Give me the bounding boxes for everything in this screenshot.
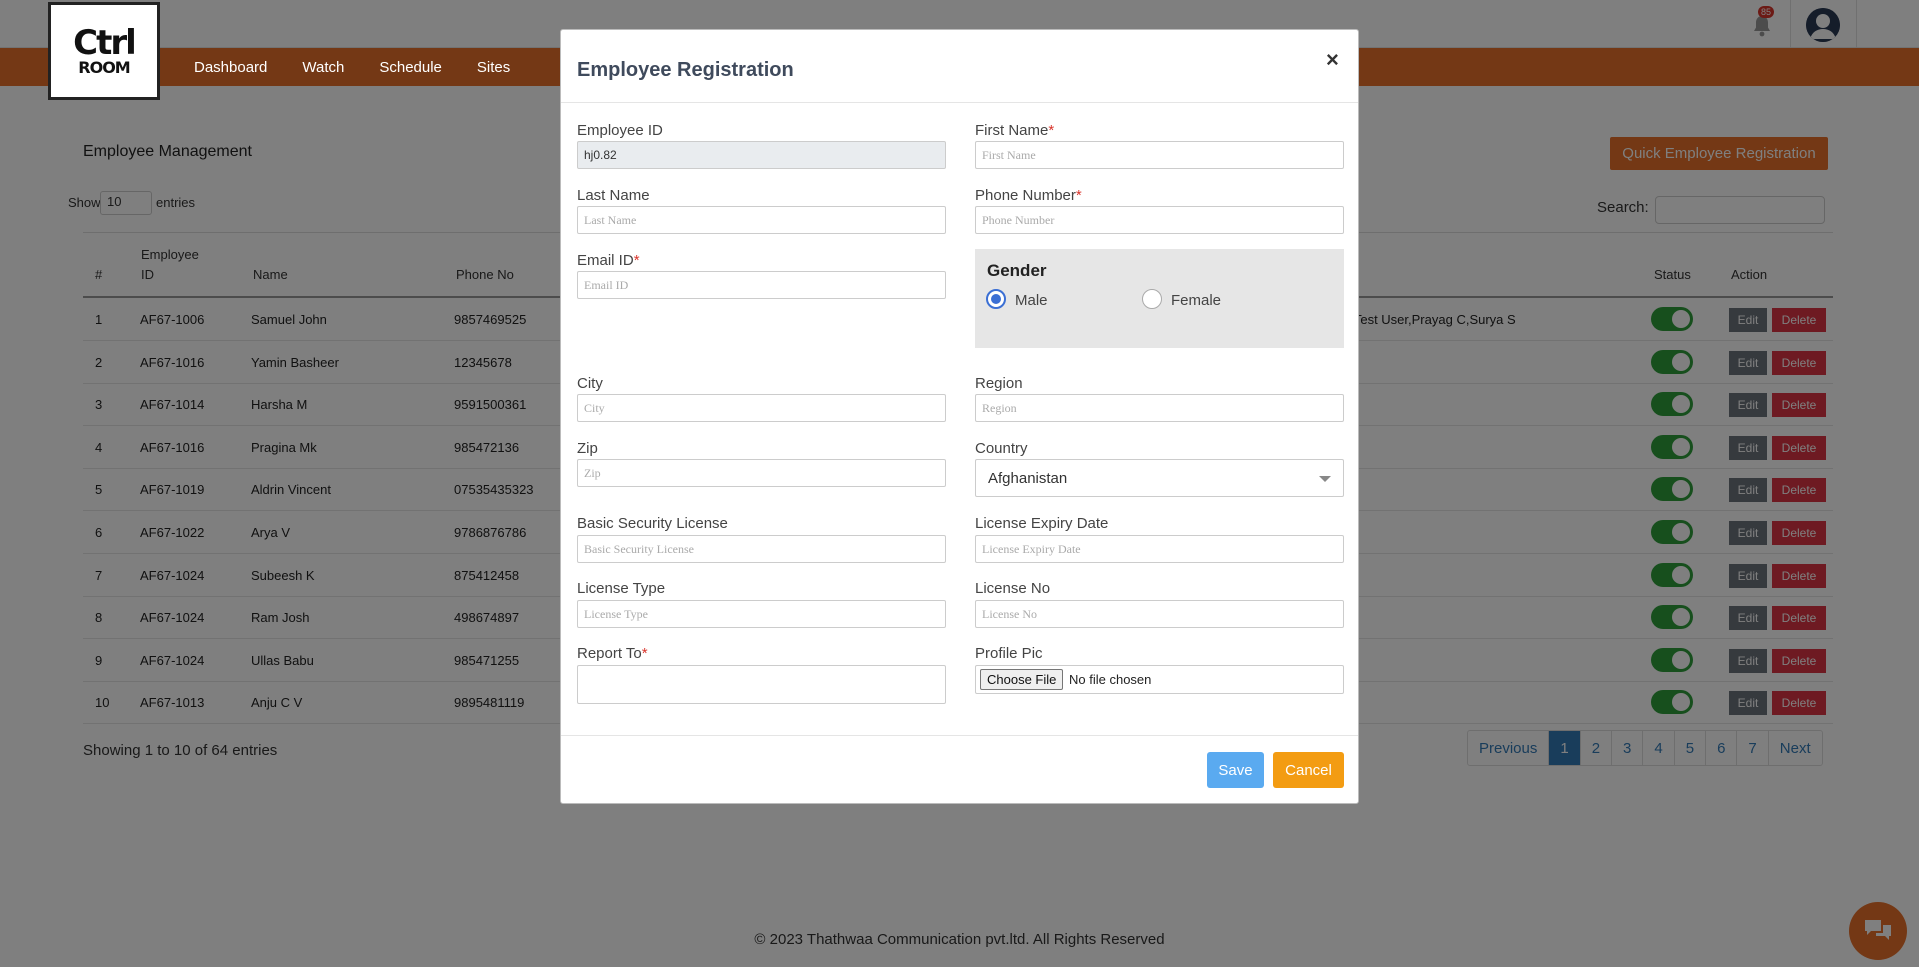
choose-file-button[interactable]: Choose File <box>980 669 1064 690</box>
gender-female-label[interactable]: Female <box>1171 292 1221 309</box>
required-mark: * <box>1048 122 1055 139</box>
license-expiry-label: License Expiry Date <box>975 515 1109 532</box>
profile-pic-file-input: Choose File No file chosen <box>975 665 1344 694</box>
close-icon[interactable]: × <box>1326 47 1339 73</box>
logo-text-room: ROOM <box>78 58 130 77</box>
region-label: Region <box>975 375 1023 392</box>
country-value: Afghanistan <box>988 470 1068 487</box>
zip-label: Zip <box>577 440 598 457</box>
phone-number-label: Phone Number* <box>975 187 1082 204</box>
brand-logo[interactable]: Ctrl ROOM <box>48 2 160 100</box>
city-input[interactable]: City <box>577 394 946 422</box>
modal-title: Employee Registration <box>577 59 794 81</box>
region-input[interactable]: Region <box>975 394 1344 422</box>
email-input[interactable]: Email ID <box>577 271 946 299</box>
nav-item-schedule[interactable]: Schedule <box>361 59 459 76</box>
report-to-select[interactable] <box>577 665 946 704</box>
logo-text-ctrl: Ctrl <box>73 23 137 63</box>
license-no-label: License No <box>975 580 1051 597</box>
zip-input[interactable]: Zip <box>577 459 946 487</box>
license-type-input[interactable]: License Type <box>577 600 946 628</box>
report-to-label: Report To* <box>577 645 648 662</box>
file-status: No file chosen <box>1069 672 1152 687</box>
divider <box>561 102 1358 103</box>
employee-id-field: hj0.82 <box>577 141 946 169</box>
required-mark: * <box>641 645 648 662</box>
license-no-input[interactable]: License No <box>975 600 1344 628</box>
security-license-input[interactable]: Basic Security License <box>577 535 946 563</box>
first-name-label-text: First Name <box>975 122 1049 139</box>
phone-number-input[interactable]: Phone Number <box>975 206 1344 234</box>
required-mark: * <box>1075 187 1082 204</box>
employee-id-label: Employee ID <box>577 122 663 139</box>
chevron-down-icon <box>1319 476 1331 482</box>
profile-pic-label: Profile Pic <box>975 645 1043 662</box>
divider <box>561 735 1358 736</box>
cancel-button[interactable]: Cancel <box>1273 752 1344 788</box>
first-name-input[interactable]: First Name <box>975 141 1344 169</box>
nav-item-sites[interactable]: Sites <box>459 59 527 76</box>
gender-male-radio[interactable] <box>986 289 1006 309</box>
security-license-label: Basic Security License <box>577 515 728 532</box>
nav-item-dashboard[interactable]: Dashboard <box>176 59 284 76</box>
license-expiry-input[interactable]: License Expiry Date <box>975 535 1344 563</box>
required-mark: * <box>633 252 640 269</box>
first-name-label: First Name* <box>975 122 1054 139</box>
gender-group: Gender Male Female <box>975 249 1344 348</box>
gender-male-label[interactable]: Male <box>1015 292 1048 309</box>
phone-number-label-text: Phone Number <box>975 187 1076 204</box>
country-label: Country <box>975 440 1028 457</box>
main-nav: Dashboard Watch Schedule Sites <box>176 48 527 86</box>
license-type-label: License Type <box>577 580 666 597</box>
email-label: Email ID* <box>577 252 640 269</box>
email-label-text: Email ID <box>577 252 634 269</box>
employee-registration-modal: Employee Registration × Employee ID hj0.… <box>560 29 1359 804</box>
gender-female-radio[interactable] <box>1142 289 1162 309</box>
last-name-input[interactable]: Last Name <box>577 206 946 234</box>
report-to-label-text: Report To <box>577 645 642 662</box>
nav-item-watch[interactable]: Watch <box>284 59 361 76</box>
gender-label: Gender <box>987 261 1047 280</box>
last-name-label: Last Name <box>577 187 650 204</box>
save-button[interactable]: Save <box>1207 752 1264 788</box>
city-label: City <box>577 375 603 392</box>
country-select[interactable]: Afghanistan <box>975 459 1344 497</box>
